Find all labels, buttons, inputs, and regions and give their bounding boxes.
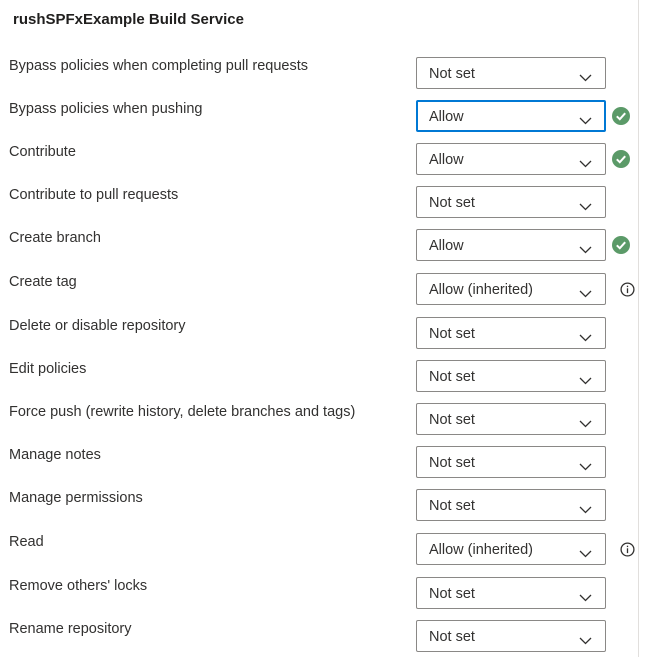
permission-row: Bypass policies when pushing Allow [0, 100, 638, 134]
permission-dropdown[interactable]: Not set [416, 446, 606, 478]
chevron-down-icon [579, 241, 592, 254]
permission-label: Contribute [9, 144, 76, 160]
permission-label: Bypass policies when pushing [9, 101, 203, 117]
permission-dropdown[interactable]: Allow (inherited) [416, 533, 606, 565]
chevron-down-icon [579, 329, 592, 342]
chevron-down-icon [579, 501, 592, 514]
permission-row: Manage notes Not set [0, 446, 638, 480]
dropdown-value: Not set [429, 629, 475, 645]
dropdown-value: Not set [429, 66, 475, 82]
permission-label: Contribute to pull requests [9, 187, 179, 203]
permission-label: Manage permissions [9, 490, 143, 506]
dropdown-value: Not set [429, 412, 475, 428]
permission-label: Delete or disable repository [9, 318, 186, 334]
dropdown-value: Allow [429, 152, 464, 168]
permission-row: Manage permissions Not set [0, 489, 638, 523]
chevron-down-icon [579, 69, 592, 82]
dropdown-value: Allow [429, 238, 464, 254]
right-divider [638, 0, 639, 657]
permission-dropdown[interactable]: Not set [416, 489, 606, 521]
permission-dropdown[interactable]: Not set [416, 57, 606, 89]
chevron-down-icon [579, 415, 592, 428]
permission-label: Bypass policies when completing pull req… [9, 58, 309, 74]
chevron-down-icon [579, 632, 592, 645]
dropdown-value: Not set [429, 369, 475, 385]
info-icon[interactable] [620, 542, 635, 557]
chevron-down-icon [579, 372, 592, 385]
permission-dropdown[interactable]: Not set [416, 317, 606, 349]
chevron-down-icon [579, 155, 592, 168]
permission-dropdown[interactable]: Allow [416, 143, 606, 175]
permission-dropdown[interactable]: Allow (inherited) [416, 273, 606, 305]
permission-row: Bypass policies when completing pull req… [0, 57, 638, 91]
permission-dropdown[interactable]: Allow [416, 100, 606, 132]
dropdown-value: Allow (inherited) [429, 282, 533, 298]
permission-row: Force push (rewrite history, delete bran… [0, 403, 638, 437]
permission-dropdown[interactable]: Allow [416, 229, 606, 261]
dropdown-value: Allow (inherited) [429, 542, 533, 558]
chevron-down-icon [579, 112, 592, 125]
checkmark-circle-icon [612, 107, 630, 125]
chevron-down-icon [579, 198, 592, 211]
permission-dropdown[interactable]: Not set [416, 186, 606, 218]
chevron-down-icon [579, 589, 592, 602]
page-title: rushSPFxExample Build Service [13, 11, 244, 28]
permission-label: Manage notes [9, 447, 101, 463]
permission-row: Delete or disable repository Not set [0, 317, 638, 351]
permission-row: Contribute to pull requests Not set [0, 186, 638, 220]
permission-label: Remove others' locks [9, 578, 148, 594]
permission-dropdown[interactable]: Not set [416, 620, 606, 652]
permission-row: Contribute Allow [0, 143, 638, 177]
checkmark-circle-icon [612, 236, 630, 254]
permission-row: Read Allow (inherited) [0, 533, 638, 567]
permission-label: Edit policies [9, 361, 87, 377]
permission-row: Remove others' locks Not set [0, 577, 638, 611]
permission-row: Edit policies Not set [0, 360, 638, 394]
permission-label: Read [9, 534, 44, 550]
dropdown-value: Not set [429, 455, 475, 471]
permission-dropdown[interactable]: Not set [416, 403, 606, 435]
dropdown-value: Not set [429, 195, 475, 211]
permission-dropdown[interactable]: Not set [416, 577, 606, 609]
chevron-down-icon [579, 545, 592, 558]
dropdown-value: Allow [429, 109, 464, 125]
checkmark-circle-icon [612, 150, 630, 168]
permission-label: Create branch [9, 230, 101, 246]
permission-row: Create branch Allow [0, 229, 638, 263]
permission-row: Rename repository Not set [0, 620, 638, 654]
permission-label: Force push (rewrite history, delete bran… [9, 404, 356, 420]
chevron-down-icon [579, 285, 592, 298]
permission-label: Rename repository [9, 621, 132, 637]
chevron-down-icon [579, 458, 592, 471]
dropdown-value: Not set [429, 498, 475, 514]
permission-label: Create tag [9, 274, 77, 290]
dropdown-value: Not set [429, 586, 475, 602]
permission-dropdown[interactable]: Not set [416, 360, 606, 392]
info-icon[interactable] [620, 282, 635, 297]
dropdown-value: Not set [429, 326, 475, 342]
permission-row: Create tag Allow (inherited) [0, 273, 638, 307]
